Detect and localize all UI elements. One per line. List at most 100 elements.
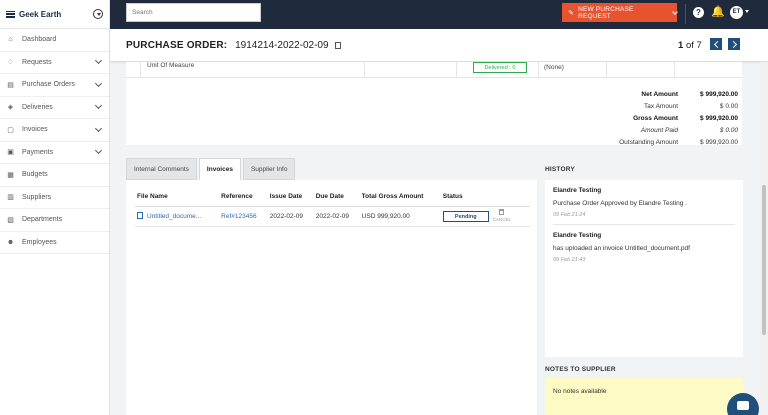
users-icon: ☻ (6, 238, 15, 246)
tab-internal-comments[interactable]: Internal Comments (126, 158, 197, 180)
sidebar-item-payments[interactable]: ▣ Payments (0, 142, 109, 164)
line-item-row: Unit Of Measure Delivered : 0 (None) (126, 62, 742, 78)
help-icon[interactable]: ? (693, 7, 704, 18)
column-divider (606, 62, 607, 78)
payment-icon: ▣ (7, 149, 14, 157)
budget-icon: ▦ (7, 171, 14, 179)
invoice-file-name: Untitled_docume... (147, 213, 202, 220)
totals-row: Outstanding Amount $ 999,920.00 (558, 136, 738, 148)
next-page-button[interactable] (728, 38, 740, 50)
invoice-due-date: 2022-02-09 (313, 206, 360, 227)
sidebar-item-invoices[interactable]: ▢ Invoices (0, 119, 109, 142)
totals-label: Tax Amount (644, 102, 678, 110)
topbar-divider (685, 4, 686, 24)
chevron-down-icon[interactable] (94, 147, 103, 155)
totals-row: Net Amount $ 999,920.00 (558, 88, 738, 100)
invoice-icon: ▢ (7, 126, 14, 134)
table-body: Untitled_docume... Ref#123456 2022-02-09 20… (135, 206, 530, 227)
invoice-reference-link[interactable]: Ref#123456 (219, 206, 268, 227)
notifications-bell-icon[interactable]: 🔔 (711, 6, 725, 19)
notes-panel: No notes available (545, 378, 743, 415)
sidebar-item-label: Employees (22, 238, 57, 246)
chevron-down-icon[interactable] (94, 102, 103, 110)
sidebar-item-label: Payments (22, 148, 54, 156)
sidebar-item-label: Suppliers (22, 193, 52, 201)
history-author: Elandre Testing (553, 232, 602, 239)
sidebar-item-label: Dashboard (22, 36, 57, 44)
totals-row: Gross Amount $ 999,920.00 (558, 112, 738, 124)
trash-icon (499, 209, 505, 215)
new-purchase-request-label: NEW PURCHASE REQUEST (578, 5, 634, 20)
page-title: PURCHASE ORDER: 1914214-2022-02-09 (126, 40, 342, 51)
chevron-down-icon (672, 8, 678, 15)
totals-row: Amount Paid $ 0.00 (558, 124, 738, 136)
totals-value: $ 999,920.00 (700, 138, 738, 146)
sidebar-item-requests[interactable]: ♢ Requests (0, 52, 109, 74)
column-header: Due Date (313, 187, 360, 207)
cancel-invoice-button[interactable]: CANCEL (493, 209, 511, 223)
file-icon (137, 212, 143, 219)
hamburger-menu-icon[interactable] (6, 10, 15, 18)
totals-block: Net Amount $ 999,920.00 Tax Amount $ 0.00 Gr… (558, 88, 738, 148)
building-icon: ▥ (7, 194, 14, 202)
table-row: Untitled_docume... Ref#123456 2022-02-09 20… (135, 206, 530, 227)
pencil-icon: ✎ (568, 9, 575, 17)
history-title: HISTORY (545, 166, 575, 173)
totals-label: Net Amount (641, 90, 678, 98)
bell-outline-icon: ♢ (7, 59, 14, 67)
brand-bar: Geek Earth (0, 0, 109, 29)
brand-name: Geek Earth (19, 9, 62, 19)
previous-page-button[interactable] (710, 38, 722, 50)
unit-of-measure-label: Unit Of Measure (147, 62, 195, 69)
new-purchase-request-button[interactable]: ✎ NEW PURCHASE REQUEST (562, 3, 678, 22)
sidebar-item-dashboard[interactable]: ⌂ Dashboard (0, 29, 109, 52)
top-bar: ✎ NEW PURCHASE REQUEST ? 🔔 ET (110, 0, 768, 29)
sidebar-item-departments[interactable]: ▧ Departments (0, 209, 109, 232)
chat-bubble-icon (737, 401, 749, 410)
totals-value: $ 999,920.00 (700, 114, 738, 122)
totals-value: $ 0.00 (719, 102, 738, 110)
sidebar-item-employees[interactable]: ☻ Employees (0, 232, 109, 254)
chat-widget-button[interactable] (727, 393, 759, 415)
tab-invoices[interactable]: Invoices (198, 158, 241, 180)
none-value: (None) (544, 64, 564, 71)
departments-icon: ▧ (7, 216, 14, 224)
collapse-sidebar-icon[interactable] (93, 9, 103, 19)
chevron-down-icon[interactable] (94, 79, 103, 87)
sidebar-item-purchase-orders[interactable]: ▤ Purchase Orders (0, 74, 109, 97)
notes-text: No notes available (553, 388, 607, 395)
sidebar: Geek Earth ⌂ Dashboard ♢ Requests ▤ Purchase … (0, 0, 110, 415)
column-divider (674, 62, 675, 78)
copy-icon[interactable] (335, 42, 342, 49)
column-divider (364, 62, 365, 78)
tab-supplier-info[interactable]: Supplier Info (242, 158, 296, 180)
pager-total: of 7 (685, 40, 702, 51)
user-avatar[interactable]: ET (730, 6, 743, 19)
totals-label: Amount Paid (640, 126, 678, 134)
pager-text: 1 of 7 (678, 40, 702, 51)
invoice-file-link[interactable]: Untitled_docume... (135, 206, 220, 227)
sidebar-item-budgets[interactable]: ▦ Budgets (0, 164, 109, 187)
totals-label: Gross Amount (633, 114, 678, 122)
notes-title: NOTES TO SUPPLIER (545, 366, 616, 373)
po-number: 1914214-2022-02-09 (235, 40, 329, 51)
sidebar-item-label: Requests (22, 58, 52, 66)
detail-tabs: Internal Comments Invoices Supplier Info (126, 158, 297, 180)
column-header: Reference (219, 187, 268, 207)
search-input[interactable] (126, 3, 261, 22)
sidebar-item-suppliers[interactable]: ▥ Suppliers (0, 187, 109, 209)
sidebar-nav: ⌂ Dashboard ♢ Requests ▤ Purchase Orders ◈ Deli… (0, 29, 109, 254)
page-header: PURCHASE ORDER: 1914214-2022-02-09 1 of … (110, 29, 768, 62)
invoice-total: USD 999,920.00 (359, 206, 441, 227)
column-divider (456, 62, 457, 78)
totals-value: $ 999,920.00 (700, 90, 738, 98)
sidebar-item-label: Purchase Orders (22, 81, 75, 89)
table-header-row: File Name Reference Issue Date Due Date Tota… (135, 187, 530, 207)
avatar-dropdown-caret-icon[interactable] (745, 10, 749, 13)
sidebar-item-label: Invoices (22, 126, 48, 134)
chevron-down-icon[interactable] (94, 124, 103, 132)
chevron-down-icon[interactable] (94, 57, 103, 65)
sidebar-item-label: Budgets (22, 171, 48, 179)
scrollbar-thumb[interactable] (762, 185, 766, 335)
sidebar-item-deliveries[interactable]: ◈ Deliveries (0, 97, 109, 119)
